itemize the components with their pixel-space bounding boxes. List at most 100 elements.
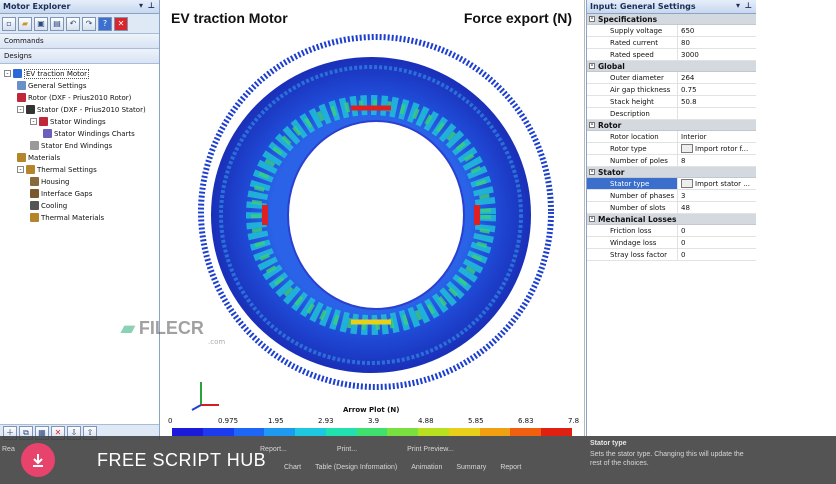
collapse-icon[interactable]: - — [589, 216, 595, 222]
force-plot[interactable] — [161, 0, 585, 436]
dropdown-icon[interactable]: ▾ — [736, 1, 740, 10]
download-icon[interactable] — [21, 443, 55, 477]
collapse-icon[interactable]: - — [30, 118, 37, 125]
property-value[interactable]: 264 — [678, 72, 756, 83]
property-value-text: 50.8 — [681, 97, 697, 106]
property-value[interactable]: 0.75 — [678, 84, 756, 95]
new-icon[interactable]: ▫ — [2, 16, 16, 31]
property-value[interactable]: 50.8 — [678, 96, 756, 107]
tree-node[interactable]: General Settings — [17, 80, 87, 91]
property-value[interactable]: 0 — [678, 225, 756, 236]
property-value[interactable]: Import stator ... — [678, 178, 756, 189]
property-value[interactable]: Interior — [678, 131, 756, 142]
property-row[interactable]: Rated speed 3000 — [587, 49, 756, 61]
input-panel: Input: General Settings ▾ ⊥ - Specificati… — [586, 0, 756, 436]
collapse-icon[interactable]: - — [4, 70, 11, 77]
property-row[interactable]: Rated current 80 — [587, 37, 756, 49]
help-icon[interactable]: ? — [98, 16, 112, 31]
tree-node[interactable]: Stator Windings Charts — [43, 128, 135, 139]
tab-animation[interactable]: Animation — [411, 464, 442, 471]
colorbar-tick-label: 7.8 — [568, 417, 580, 425]
tab-summary[interactable]: Summary — [456, 464, 486, 471]
tree-node[interactable]: - Thermal Settings — [17, 164, 97, 175]
save-icon[interactable]: ▣ — [34, 16, 48, 31]
dropdown-icon[interactable]: ▾ — [139, 1, 143, 10]
property-value[interactable]: 8 — [678, 155, 756, 166]
property-group-header[interactable]: - Stator — [587, 167, 756, 178]
property-row[interactable]: Supply voltage 650 — [587, 25, 756, 37]
property-row[interactable]: Description — [587, 108, 756, 120]
tree-node[interactable]: Cooling — [30, 200, 67, 211]
property-row[interactable]: Rotor type Import rotor f... — [587, 143, 756, 155]
property-group-name: Stator — [598, 167, 625, 177]
brand-text: FREE SCRIPT HUB — [97, 450, 267, 470]
property-value[interactable] — [678, 108, 756, 119]
property-row[interactable]: Friction loss 0 — [587, 225, 756, 237]
property-value[interactable]: 3000 — [678, 49, 756, 60]
property-value[interactable]: 650 — [678, 25, 756, 36]
property-value[interactable]: 0 — [678, 249, 756, 260]
print-button[interactable]: Print... — [337, 446, 357, 453]
stator-icon — [26, 105, 35, 114]
tab-report[interactable]: Report — [500, 464, 521, 471]
redo-icon[interactable]: ↷ — [82, 16, 96, 31]
colorbar-tick-label: 1.95 — [268, 417, 284, 425]
tree-node[interactable]: Thermal Materials — [30, 212, 104, 223]
property-group-header[interactable]: - Specifications — [587, 14, 756, 25]
property-group-header[interactable]: - Global — [587, 61, 756, 72]
tab-chart[interactable]: Chart — [284, 464, 301, 471]
collapse-icon[interactable]: - — [589, 122, 595, 128]
tree-node[interactable]: - Stator Windings — [30, 116, 106, 127]
under-text-1: Rea — [2, 446, 15, 453]
tree-node[interactable]: Interface Gaps — [30, 188, 92, 199]
tree-node[interactable]: - EV traction Motor — [4, 68, 90, 79]
tree-node[interactable]: Stator End Windings — [30, 140, 112, 151]
tree-node[interactable]: Materials — [17, 152, 60, 163]
pin-icon[interactable]: ⊥ — [745, 1, 752, 10]
pin-icon[interactable]: ⊥ — [148, 1, 155, 10]
collapse-icon[interactable]: - — [589, 16, 595, 22]
property-group-header[interactable]: - Rotor — [587, 120, 756, 131]
close-icon[interactable]: ✕ — [114, 16, 128, 31]
property-value[interactable]: 3 — [678, 190, 756, 201]
property-value-text: 48 — [681, 203, 690, 212]
property-value[interactable]: 80 — [678, 37, 756, 48]
property-row[interactable]: Number of poles 8 — [587, 155, 756, 167]
tree-node[interactable]: Rotor (DXF - Prius2010 Rotor) — [17, 92, 131, 103]
undo-icon[interactable]: ↶ — [66, 16, 80, 31]
print-preview-button[interactable]: Print Preview... — [407, 446, 454, 453]
property-row[interactable]: Stator type Import stator ... — [587, 178, 756, 190]
open-icon[interactable]: ▰ — [18, 16, 32, 31]
property-value[interactable]: 0 — [678, 237, 756, 248]
browse-icon[interactable] — [681, 179, 693, 188]
property-row[interactable]: Stray loss factor 0 — [587, 249, 756, 261]
property-value-text: 8 — [681, 156, 686, 165]
property-row[interactable]: Air gap thickness 0.75 — [587, 84, 756, 96]
help-text: Sets the stator type. Changing this will… — [590, 451, 744, 467]
designs-section[interactable]: Designs — [0, 49, 159, 64]
tree-node[interactable]: - Stator (DXF - Prius2010 Stator) — [17, 104, 146, 115]
colorbar-segment — [448, 428, 480, 436]
property-value[interactable]: 48 — [678, 202, 756, 213]
property-value-text: Interior — [681, 132, 707, 141]
property-row[interactable]: Windage loss 0 — [587, 237, 756, 249]
property-row[interactable]: Number of slots 48 — [587, 202, 756, 214]
collapse-icon[interactable]: - — [17, 166, 24, 173]
property-name: Number of slots — [587, 202, 678, 213]
property-row[interactable]: Outer diameter 264 — [587, 72, 756, 84]
collapse-icon[interactable]: - — [589, 169, 595, 175]
property-group-header[interactable]: - Mechanical Losses — [587, 214, 756, 225]
property-row[interactable]: Stack height 50.8 — [587, 96, 756, 108]
save-as-icon[interactable]: ▤ — [50, 16, 64, 31]
collapse-icon[interactable]: - — [17, 106, 24, 113]
commands-section[interactable]: Commands — [0, 34, 159, 49]
tree-node[interactable]: Housing — [30, 176, 69, 187]
tab-table[interactable]: Table (Design Information) — [315, 464, 397, 471]
browse-icon[interactable] — [681, 144, 693, 153]
colorbar-segment — [356, 428, 388, 436]
property-row[interactable]: Rotor location Interior — [587, 131, 756, 143]
property-value[interactable]: Import rotor f... — [678, 143, 756, 154]
property-row[interactable]: Number of phases 3 — [587, 190, 756, 202]
property-name: Number of poles — [587, 155, 678, 166]
collapse-icon[interactable]: - — [589, 63, 595, 69]
